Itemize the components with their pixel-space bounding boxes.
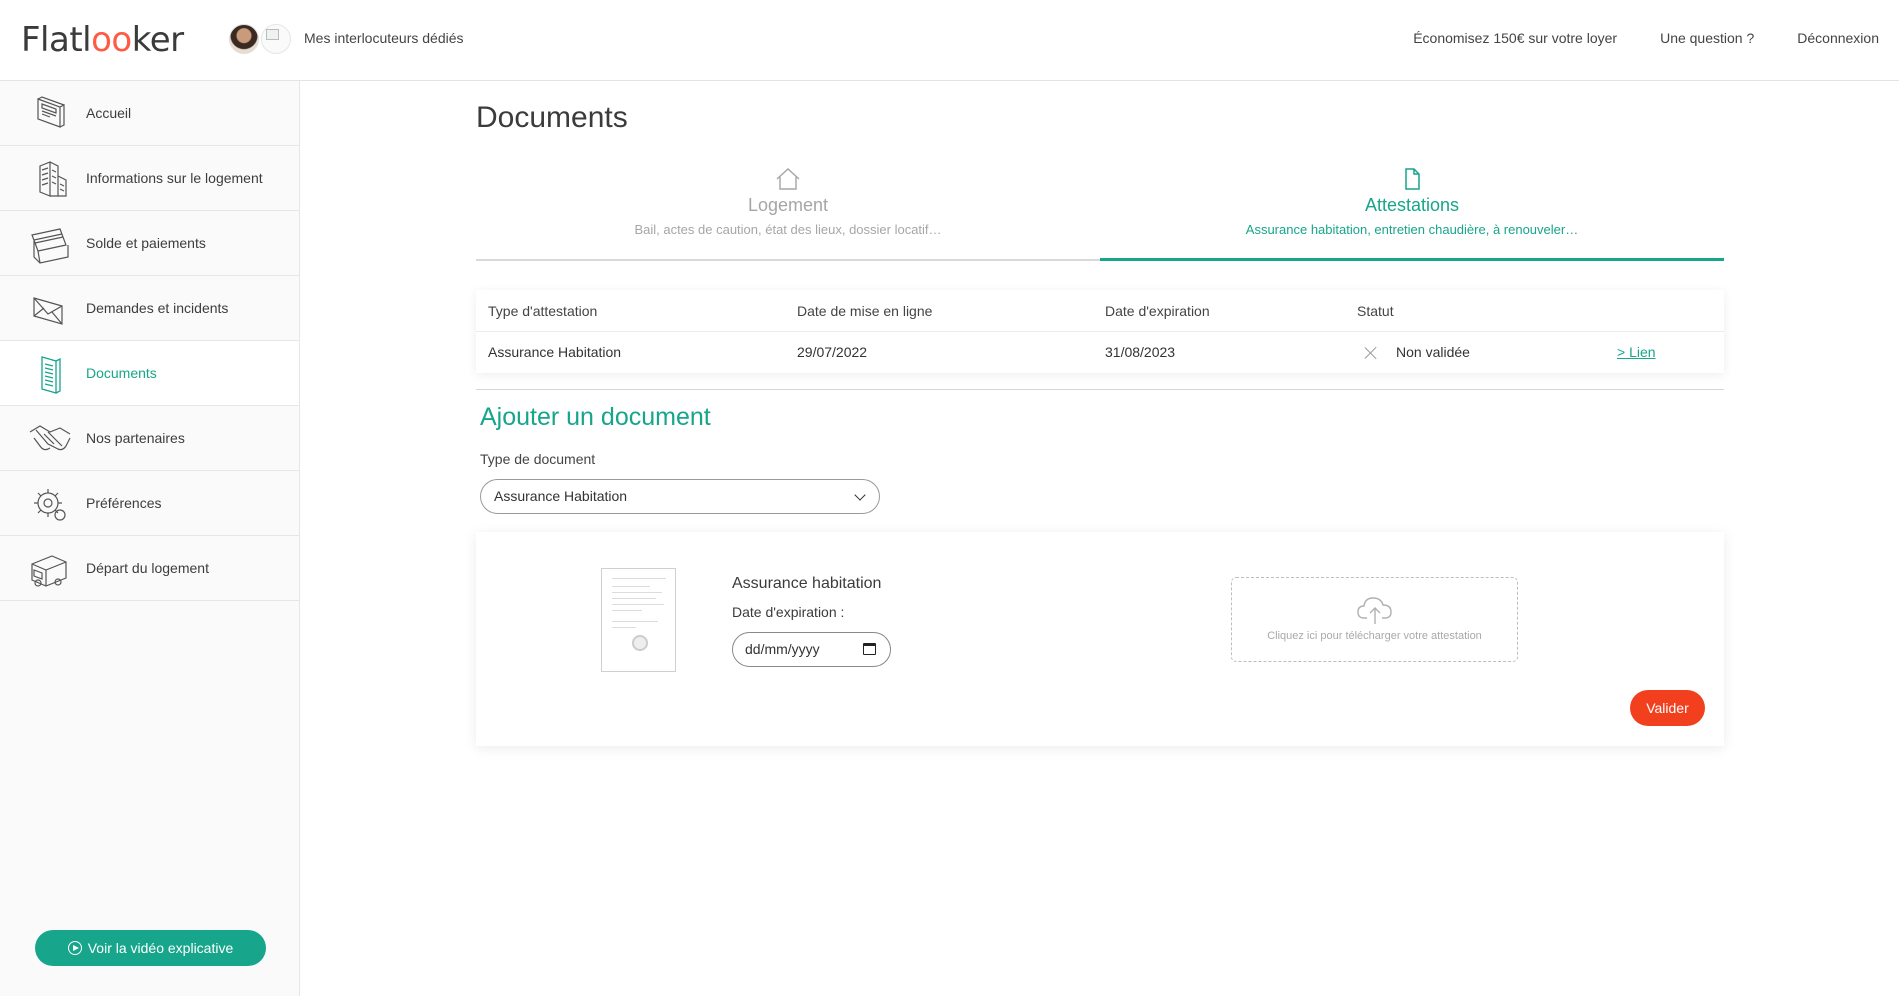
sidebar-item-depart[interactable]: Départ du logement (0, 536, 299, 601)
building-icon (39, 161, 67, 197)
upload-card-title: Assurance habitation (732, 575, 882, 592)
column-header-status: Statut (1357, 303, 1394, 319)
sidebar-item-demandes[interactable]: Demandes et incidents (0, 276, 299, 341)
sidebar-item-informations[interactable]: Informations sur le logement (0, 146, 299, 211)
seal-icon (632, 635, 648, 651)
save-rent-link[interactable]: Économisez 150€ sur votre loyer (1413, 30, 1617, 46)
envelope-icon (33, 297, 63, 325)
table-header: Type d'attestation Date de mise en ligne… (476, 290, 1724, 332)
upload-card: Assurance habitation Date d'expiration :… (476, 532, 1724, 746)
handshake-icon (29, 425, 71, 451)
tab-logement[interactable]: Logement Bail, actes de caution, état de… (476, 167, 1100, 261)
page-title: Documents (476, 101, 628, 134)
truck-icon (31, 555, 67, 587)
header-nav: Économisez 150€ sur votre loyer Une ques… (1413, 30, 1879, 46)
column-header-expiry-date: Date d'expiration (1105, 303, 1210, 319)
document-type-select[interactable]: Assurance Habitation (480, 479, 880, 514)
cell-type: Assurance Habitation (488, 344, 622, 360)
expiry-date-label: Date d'expiration : (732, 604, 845, 620)
column-header-type: Type d'attestation (488, 303, 598, 319)
question-link[interactable]: Une question ? (1660, 30, 1754, 46)
document-type-value: Assurance Habitation (494, 488, 628, 504)
chevron-down-icon (854, 489, 866, 501)
document-tabs: Logement Bail, actes de caution, état de… (476, 167, 1724, 261)
sidebar-item-partenaires[interactable]: Nos partenaires (0, 406, 299, 471)
sidebar-item-label: Accueil (86, 105, 132, 121)
home-card-icon (37, 96, 65, 128)
tab-attestations[interactable]: Attestations Assurance habitation, entre… (1100, 167, 1724, 261)
submit-button[interactable]: Valider (1630, 690, 1705, 726)
play-icon (67, 941, 82, 955)
cell-expiry-date: 31/08/2023 (1105, 344, 1176, 360)
close-icon (1364, 346, 1378, 360)
sidebar-item-label: Nos partenaires (86, 430, 185, 446)
credit-cards-icon (31, 228, 69, 264)
file-icon (1405, 168, 1420, 190)
document-link[interactable]: > Lien (1617, 332, 1656, 373)
sidebar-item-label: Documents (86, 365, 157, 381)
date-placeholder: dd/mm/yyyy (745, 641, 820, 657)
section-divider (476, 389, 1724, 390)
column-header-online-date: Date de mise en ligne (797, 303, 933, 319)
cell-status: Non validée (1396, 344, 1470, 360)
cloud-upload-icon (1356, 597, 1392, 624)
sidebar-item-solde[interactable]: Solde et paiements (0, 211, 299, 276)
sidebar-item-label: Solde et paiements (86, 235, 206, 251)
tab-title: Logement (747, 195, 829, 215)
sidebar-item-documents[interactable]: Documents (0, 341, 299, 406)
sidebar: Accueil Informations sur le logement Sol… (0, 81, 300, 996)
upload-instructions: Cliquez ici pour télécharger votre attes… (1267, 630, 1482, 642)
sidebar-item-label: Préférences (86, 495, 162, 511)
avatar[interactable] (229, 24, 259, 54)
logout-link[interactable]: Déconnexion (1797, 30, 1879, 46)
tab-subtitle: Assurance habitation, entretien chaudièr… (1245, 222, 1579, 237)
house-icon (776, 168, 800, 190)
sidebar-item-preferences[interactable]: Préférences (0, 471, 299, 536)
cell-online-date: 29/07/2022 (797, 344, 868, 360)
interlocutors-link[interactable]: Mes interlocuteurs dédiés (304, 30, 464, 46)
sidebar-item-accueil[interactable]: Accueil (0, 81, 299, 146)
tab-title: Attestations (1364, 195, 1460, 215)
expiry-date-input[interactable]: dd/mm/yyyy (732, 632, 891, 667)
document-type-label: Type de document (480, 451, 596, 467)
video-button-label: Voir la vidéo explicative (87, 940, 234, 956)
sidebar-item-label: Informations sur le logement (86, 170, 263, 186)
table-row: Assurance Habitation 29/07/2022 31/08/20… (476, 332, 1724, 373)
sidebar-item-label: Demandes et incidents (86, 300, 229, 316)
document-icon (41, 356, 61, 394)
calendar-icon[interactable] (863, 643, 876, 655)
document-preview-image (601, 568, 676, 672)
upload-dropzone[interactable]: Cliquez ici pour télécharger votre attes… (1231, 577, 1518, 662)
add-document-title: Ajouter un document (480, 403, 711, 431)
sidebar-item-label: Départ du logement (86, 560, 209, 576)
attestations-table: Type d'attestation Date de mise en ligne… (476, 290, 1724, 373)
flatlooker-logo[interactable]: Flatlooker (21, 18, 184, 62)
avatar-broken-image-icon[interactable] (261, 24, 291, 54)
gear-icon (34, 489, 66, 521)
top-header: Flatlooker Mes interlocuteurs dédiés Éco… (0, 0, 1899, 81)
tab-subtitle: Bail, actes de caution, état des lieux, … (634, 222, 942, 237)
video-explainer-button[interactable]: Voir la vidéo explicative (35, 930, 266, 966)
